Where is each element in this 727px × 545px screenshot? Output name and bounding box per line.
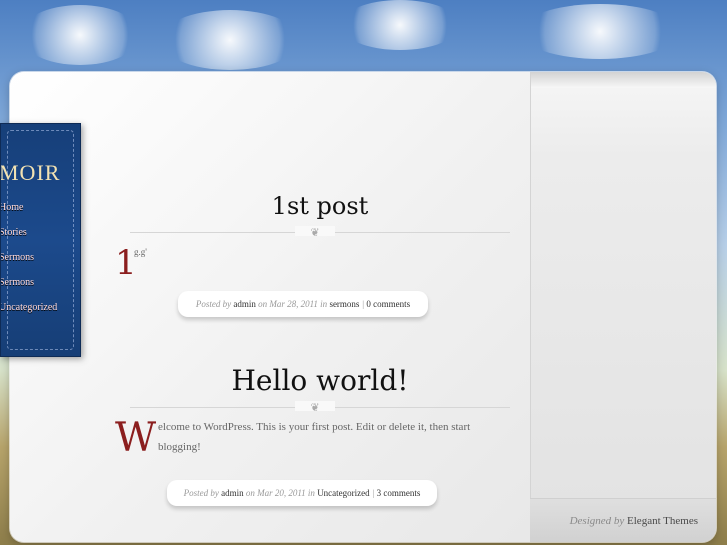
cloud — [520, 4, 680, 59]
category-link[interactable]: Uncategorized — [317, 488, 369, 498]
nav-item-stories[interactable]: Stories — [1, 227, 75, 238]
post-meta: Posted by admin on Mar 20, 2011 in Uncat… — [167, 480, 437, 506]
main-content: 1st post ❦ 1 g.g' Posted by admin on Mar… — [10, 72, 530, 542]
post-date: Mar 28, 2011 — [269, 299, 318, 309]
comments-link[interactable]: 3 comments — [377, 488, 421, 498]
post-title[interactable]: Hello world! — [110, 364, 530, 397]
meta-label: in — [320, 299, 328, 309]
author-link[interactable]: admin — [233, 299, 256, 309]
post-date: Mar 20, 2011 — [257, 488, 306, 498]
meta-separator: | — [371, 488, 375, 498]
meta-separator: | — [361, 299, 365, 309]
meta-label: on — [245, 488, 255, 498]
meta-label: Posted by — [195, 299, 232, 309]
nav-item-sermons-2[interactable]: Sermons — [1, 277, 75, 288]
cloud — [160, 10, 300, 70]
footer: Designed by Elegant Themes — [530, 498, 716, 542]
ornament-icon: ❦ — [295, 226, 335, 239]
cloud — [20, 5, 140, 65]
site-logo[interactable]: MOIR — [1, 160, 60, 186]
cloud — [340, 0, 460, 50]
post-text: elcome to WordPress. This is your first … — [158, 421, 471, 453]
nav-panel: MOIR Home Stories Sermons Sermons Uncate… — [0, 123, 81, 357]
page-panel: 1st post ❦ 1 g.g' Posted by admin on Mar… — [10, 72, 716, 542]
sidebar — [530, 72, 716, 542]
footer-brand-link[interactable]: Elegant Themes — [627, 515, 698, 527]
footer-designed-by: Designed by — [569, 514, 625, 527]
post-title[interactable]: 1st post — [110, 192, 530, 220]
post-meta: Posted by admin on Mar 28, 2011 in sermo… — [178, 291, 428, 317]
sidebar-top — [531, 72, 716, 88]
author-link[interactable]: admin — [221, 488, 244, 498]
nav-item-home[interactable]: Home — [1, 202, 75, 213]
post-text: g.g' — [134, 247, 147, 257]
nav-item-sermons[interactable]: Sermons — [1, 252, 75, 263]
category-link[interactable]: sermons — [329, 299, 359, 309]
dropcap: W — [115, 415, 157, 461]
ornament-icon: ❦ — [295, 401, 335, 414]
meta-label: on — [258, 299, 268, 309]
meta-label: Posted by — [183, 488, 219, 498]
meta-label: in — [307, 488, 315, 498]
nav-item-uncategorized[interactable]: Uncategorized — [1, 302, 75, 313]
comments-link[interactable]: 0 comments — [366, 299, 410, 309]
